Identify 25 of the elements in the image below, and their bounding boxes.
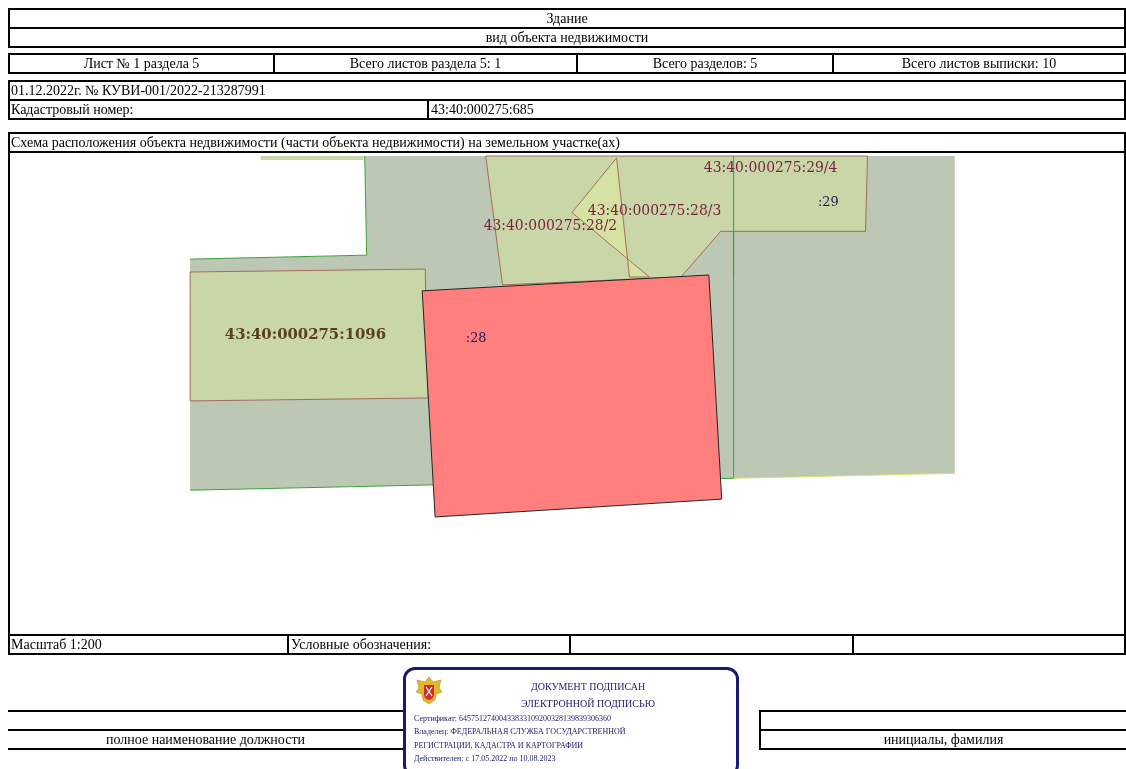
sheet-info: Всего листов раздела 5: 1 <box>348 55 503 72</box>
scale-label: Масштаб 1:200 <box>10 636 103 653</box>
sheet-info: Лист № 1 раздела 5 <box>82 55 201 72</box>
statement-number: 01.12.2022г. № КУВИ-001/2022-213287991 <box>10 82 267 99</box>
map-label: 43:40:000275:28/3 <box>587 202 722 219</box>
stamp-title: ЭЛЕКТРОННОЙ ПОДПИСЬЮ <box>521 697 655 711</box>
object-type: Здание <box>545 10 589 27</box>
legend-label: Условные обозначения: <box>290 636 433 653</box>
owner-text: Владелец: ФЕДЕРАЛЬНАЯ СЛУЖБА ГОСУДАРСТВЕННОЙ <box>414 726 627 738</box>
map-label: :28 <box>465 330 487 346</box>
field-label: Кадастровый номер: <box>10 101 135 118</box>
name-caption: инициалы, фамилия <box>882 731 1005 748</box>
sheet-info: Всего разделов: 5 <box>651 55 759 72</box>
certificate-text: Сертификат: 64575127400433833109200328139839306360 <box>414 713 612 725</box>
scheme-title: Схема расположения объекта недвижимости (части объекта недвижимости) на земельном участке(ах) <box>10 134 621 151</box>
map-label: 43:40:000275:1096 <box>224 325 387 344</box>
position-caption: полное наименование должности <box>104 731 306 748</box>
sheet-info: Всего листов выписки: 10 <box>900 55 1058 72</box>
cadastral-number: 43:40:000275:685 <box>430 101 535 118</box>
stamp-title: ДОКУМЕНТ ПОДПИСАН <box>530 680 646 694</box>
validity-text: Действителен: с 17.05.2022 по 10.08.2023 <box>414 753 557 764</box>
map-label: :29 <box>817 193 839 209</box>
object-type-caption: вид объекта недвижимости <box>484 29 650 46</box>
map-label: 43:40:000275:28/2 <box>483 217 618 234</box>
owner-text: РЕГИСТРАЦИИ, КАДАСТРА И КАРТОГРАФИИ <box>414 740 585 752</box>
